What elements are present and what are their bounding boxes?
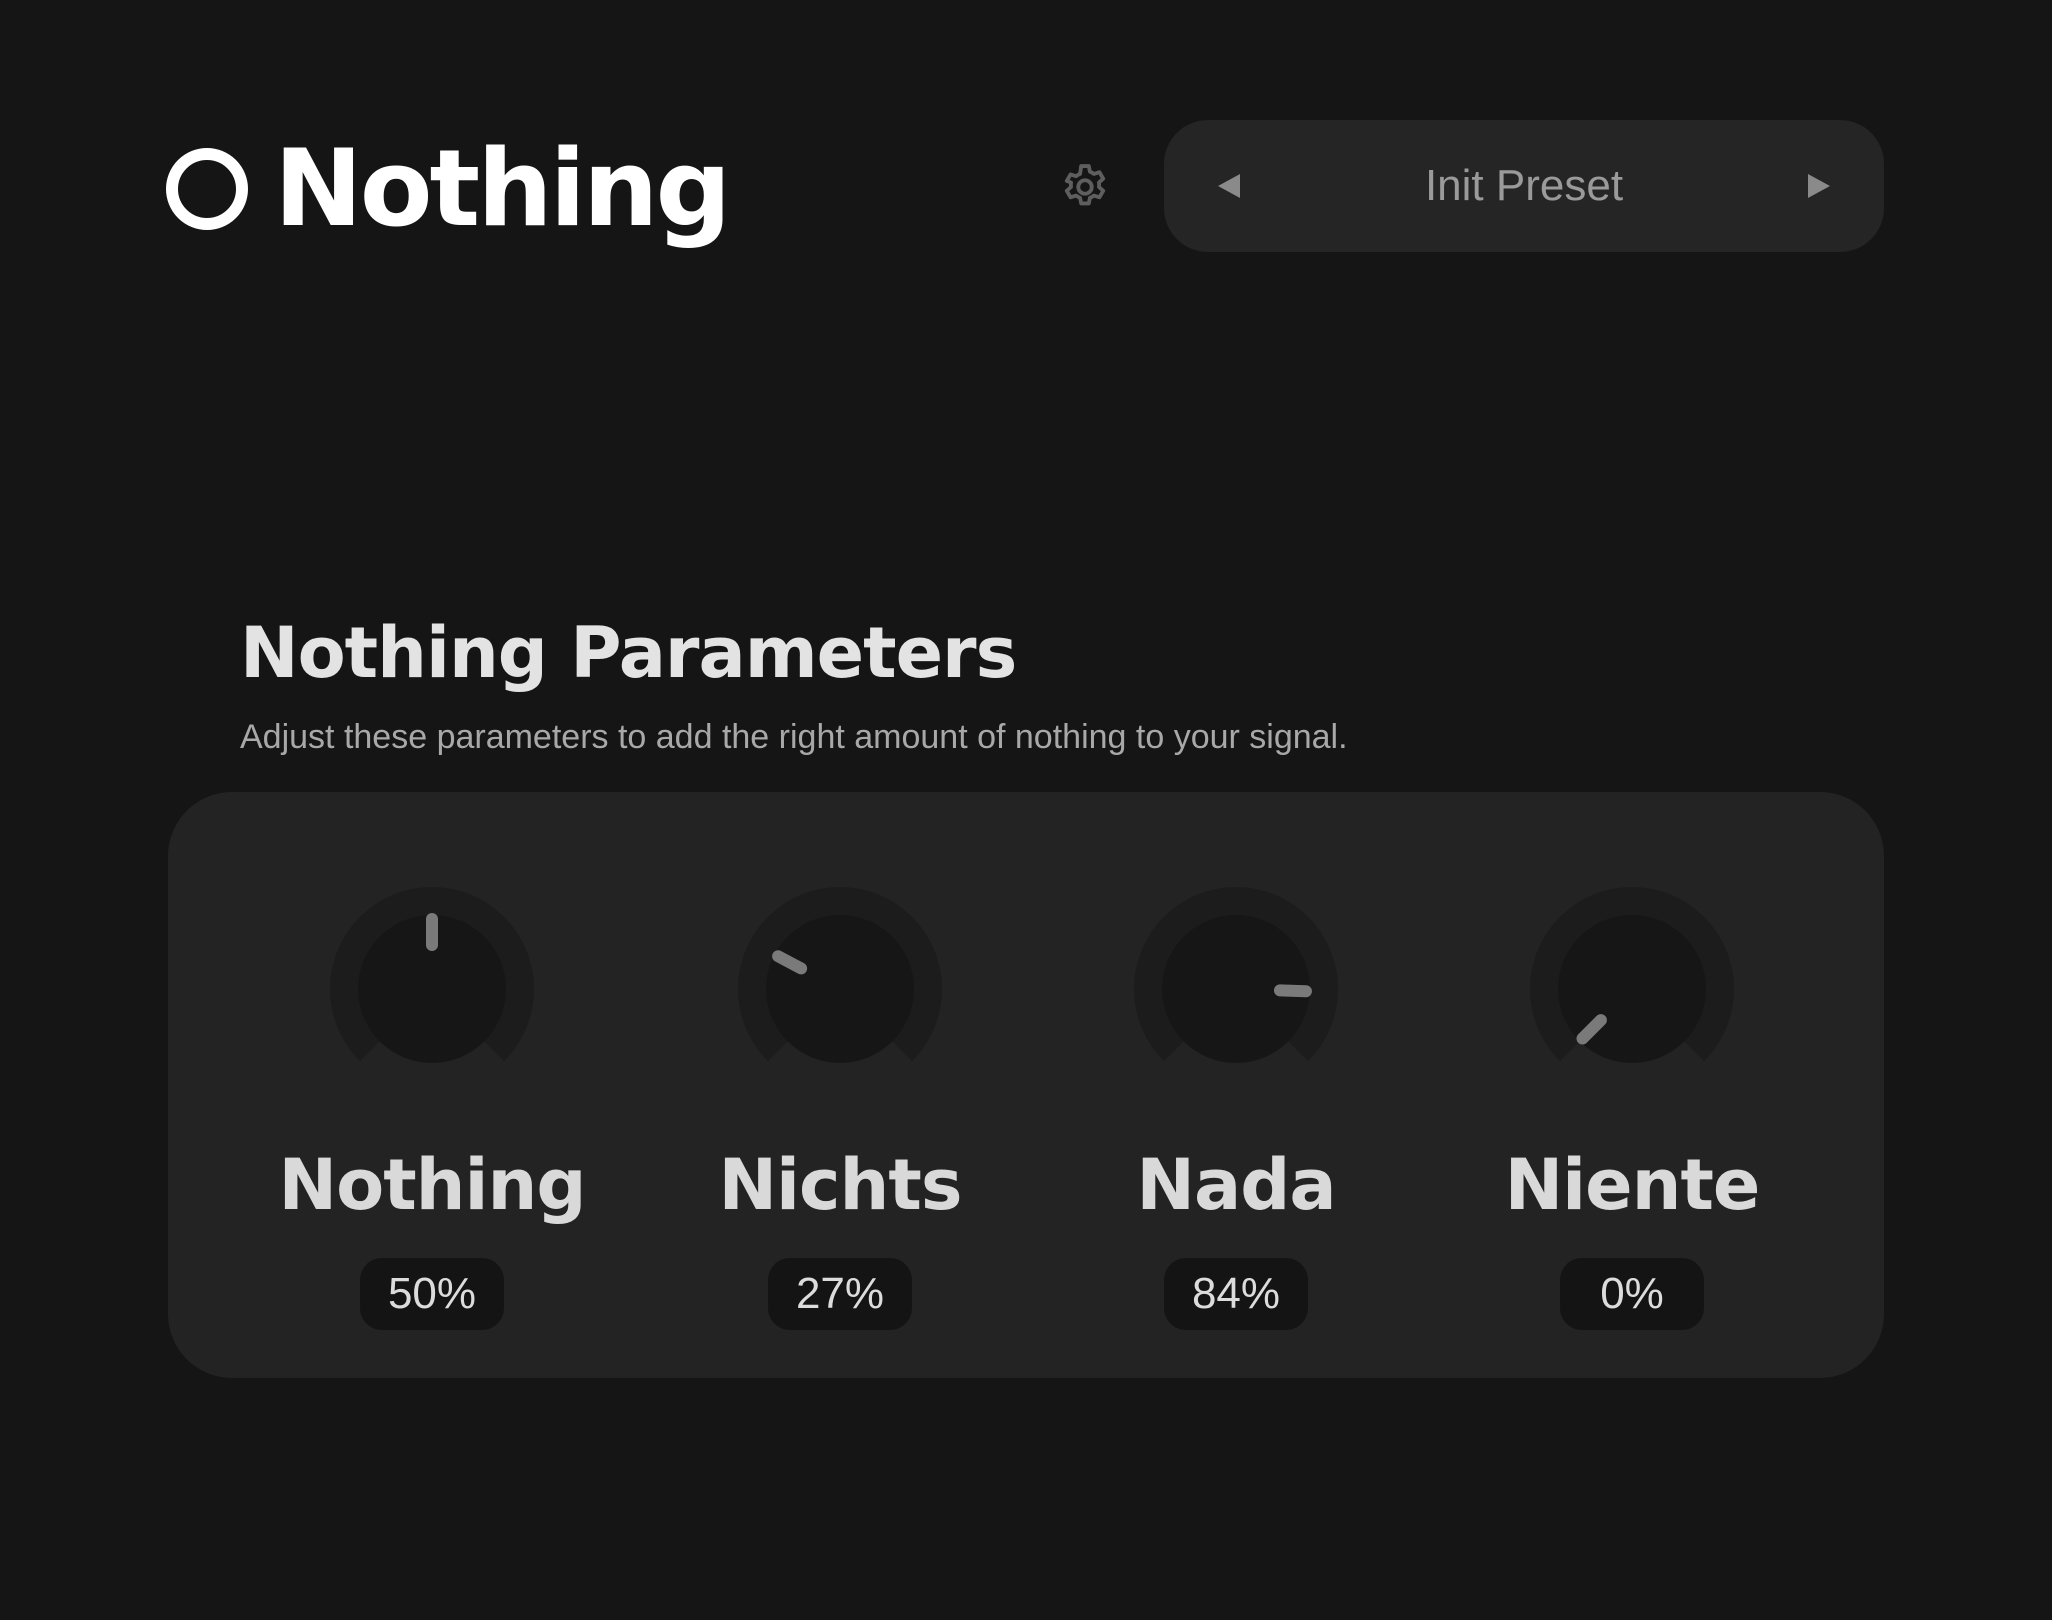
knob-nothing[interactable] bbox=[327, 884, 537, 1094]
parameters-panel: Nothing 50% Nichts 27% Nada 84% Niente 0… bbox=[168, 792, 1884, 1378]
next-preset-button[interactable] bbox=[1794, 161, 1844, 211]
settings-button[interactable] bbox=[1058, 160, 1112, 214]
knob-indicator bbox=[1273, 984, 1312, 998]
preset-name[interactable]: Init Preset bbox=[1425, 161, 1623, 211]
app-title: Nothing bbox=[274, 127, 731, 250]
prev-preset-button[interactable] bbox=[1204, 161, 1254, 211]
knob-body bbox=[766, 915, 914, 1063]
knob-value[interactable]: 27% bbox=[768, 1258, 912, 1330]
knob-label: Nichts bbox=[718, 1144, 962, 1226]
knob-label: Nada bbox=[1136, 1144, 1336, 1226]
knob-unit-nada: Nada 84% bbox=[1036, 884, 1436, 1330]
knob-nichts[interactable] bbox=[735, 884, 945, 1094]
logo-ring-icon bbox=[166, 148, 248, 230]
app-logo: Nothing bbox=[166, 127, 731, 250]
knob-unit-nothing: Nothing 50% bbox=[232, 884, 632, 1330]
knob-unit-nichts: Nichts 27% bbox=[640, 884, 1040, 1330]
knob-niente[interactable] bbox=[1527, 884, 1737, 1094]
section-title: Nothing Parameters bbox=[240, 612, 1017, 694]
preset-selector: Init Preset bbox=[1164, 120, 1884, 252]
triangle-left-icon bbox=[1218, 174, 1240, 198]
knob-value[interactable]: 84% bbox=[1164, 1258, 1308, 1330]
knob-value[interactable]: 50% bbox=[360, 1258, 504, 1330]
section-description: Adjust these parameters to add the right… bbox=[240, 718, 1348, 756]
knob-unit-niente: Niente 0% bbox=[1432, 884, 1832, 1330]
knob-value[interactable]: 0% bbox=[1560, 1258, 1704, 1330]
knob-label: Nothing bbox=[278, 1144, 587, 1226]
knob-nada[interactable] bbox=[1131, 884, 1341, 1094]
gear-icon bbox=[1064, 164, 1106, 206]
knob-label: Niente bbox=[1504, 1144, 1761, 1226]
triangle-right-icon bbox=[1808, 174, 1830, 198]
